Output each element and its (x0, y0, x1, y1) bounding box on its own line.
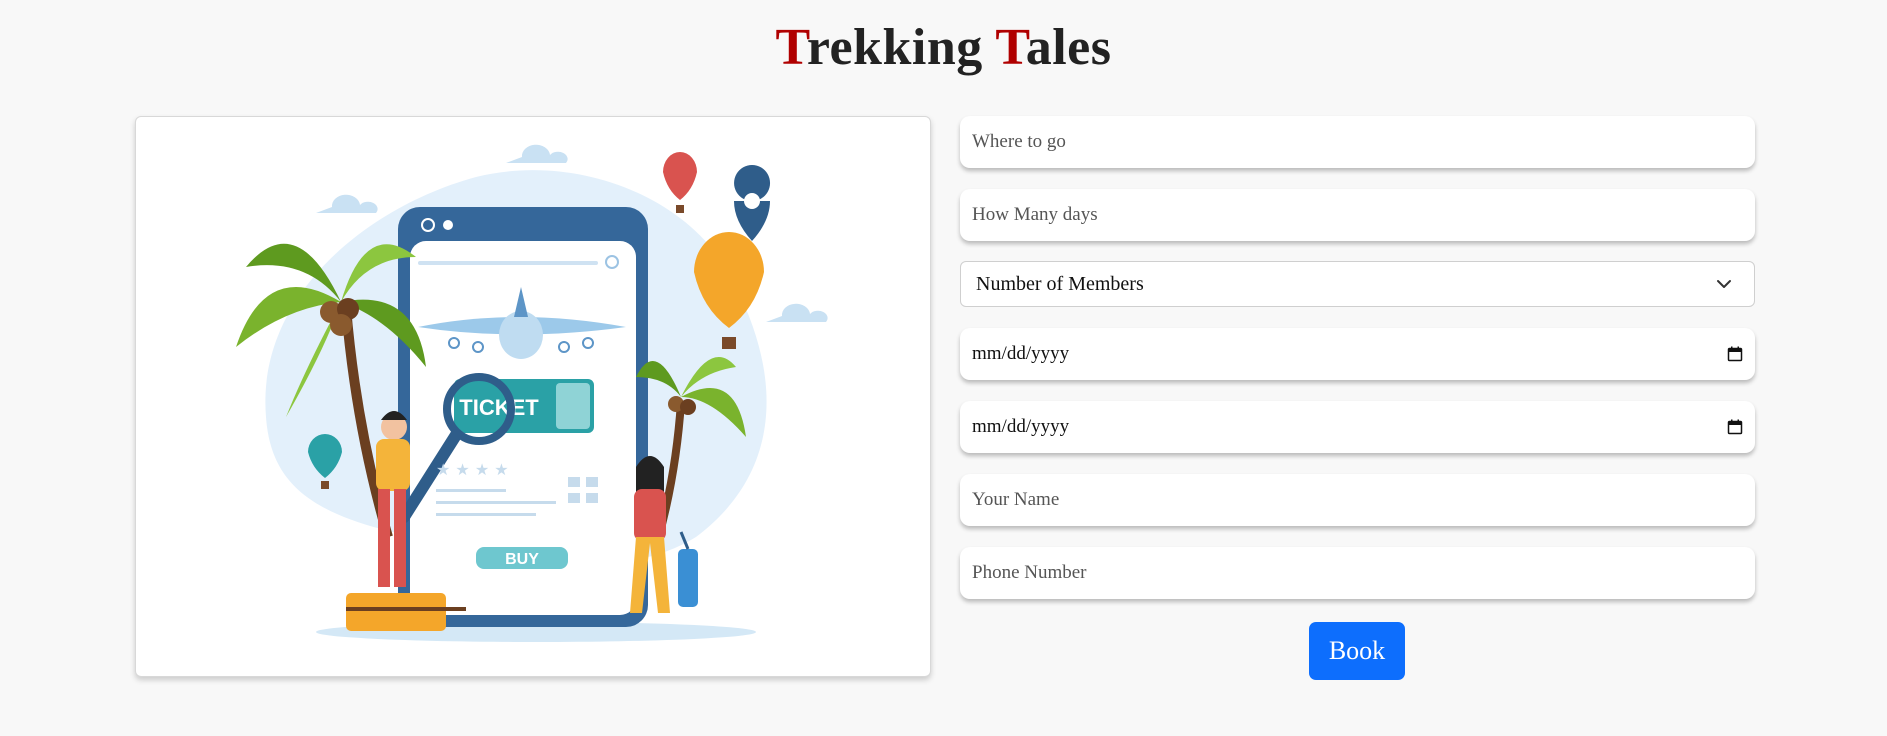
buy-label: BUY (505, 551, 539, 568)
ticket-stub (556, 383, 590, 429)
cloud (506, 144, 568, 163)
ticket-label: TICKET (459, 395, 539, 420)
end-date-value: mm/dd/yyyy (972, 416, 1070, 437)
title-initial-2: T (995, 19, 1026, 76)
search-bar (418, 261, 598, 265)
travel-illustration: TICKET ★ ★ ★ ★ BUY (135, 116, 931, 677)
rating-stars-icon: ★ ★ ★ ★ (436, 460, 509, 479)
members-selected-value: Number of Members (976, 272, 1144, 295)
travel-booking-illustration: TICKET ★ ★ ★ ★ BUY (236, 144, 828, 642)
cloud (766, 303, 828, 322)
title-rest-1: rekking (806, 19, 996, 76)
airplane-body (499, 311, 543, 359)
hot-air-balloon-icon (663, 152, 697, 200)
page-title: Trekking Tales (0, 18, 1887, 77)
name-placeholder: Your Name (972, 489, 1060, 510)
phone-input[interactable]: Phone Number (960, 547, 1755, 599)
calendar-icon[interactable] (1727, 419, 1743, 435)
title-rest-2: ales (1025, 19, 1112, 76)
luggage-icon (678, 549, 698, 607)
destination-placeholder: Where to go (972, 131, 1066, 152)
end-date-input[interactable]: mm/dd/yyyy (960, 401, 1755, 453)
members-select[interactable]: Number of Members (960, 261, 1755, 307)
chevron-down-icon (1717, 280, 1731, 288)
start-date-input[interactable]: mm/dd/yyyy (960, 328, 1755, 380)
destination-input[interactable]: Where to go (960, 116, 1755, 168)
book-button[interactable]: Book (1309, 622, 1405, 680)
phone-sensor-icon (443, 220, 453, 230)
cloud (316, 194, 378, 213)
days-placeholder: How Many days (972, 204, 1098, 225)
calendar-icon[interactable] (1727, 346, 1743, 362)
phone-placeholder: Phone Number (972, 562, 1087, 583)
suitcase-icon (346, 593, 446, 631)
days-input[interactable]: How Many days (960, 189, 1755, 241)
start-date-value: mm/dd/yyyy (972, 343, 1070, 364)
title-initial-1: T (775, 19, 807, 76)
name-input[interactable]: Your Name (960, 474, 1755, 526)
